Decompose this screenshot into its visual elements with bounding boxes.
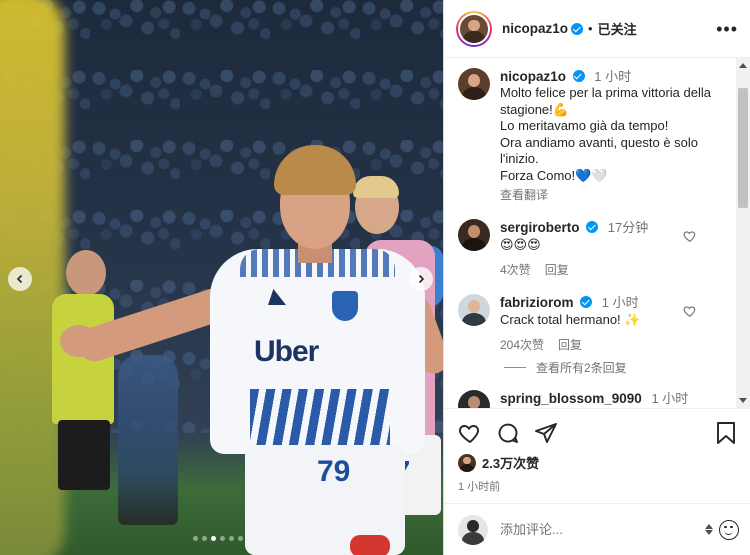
- carousel-prev-button[interactable]: [8, 267, 32, 291]
- reply-button[interactable]: 回复: [545, 261, 569, 278]
- author-avatar[interactable]: [456, 10, 492, 47]
- post-actions-bar: 2.3万次赞 1 小时前: [444, 408, 750, 494]
- heart-icon[interactable]: [458, 421, 482, 445]
- scrollbar-thumb[interactable]: [738, 88, 748, 208]
- add-comment-bar: [444, 503, 750, 555]
- comment-body: spring_blossom_9090 1 小时: [500, 390, 727, 408]
- comment-username[interactable]: spring_blossom_9090: [500, 391, 642, 406]
- comment-time: 1 小时: [651, 391, 689, 406]
- likes-count[interactable]: 2.3万次赞: [482, 453, 539, 472]
- verified-badge-icon: [571, 22, 584, 35]
- input-stepper[interactable]: [705, 524, 713, 535]
- post-timestamp: 1 小时前: [458, 481, 501, 493]
- scroll-down-arrow-icon[interactable]: [739, 398, 747, 403]
- separator-dot: •: [588, 21, 593, 36]
- current-user-avatar: [458, 514, 488, 545]
- chevron-right-icon: [418, 274, 425, 284]
- comment-avatar[interactable]: [458, 219, 490, 251]
- comment-username[interactable]: fabriziorom: [500, 295, 574, 310]
- stepper-up-icon[interactable]: [705, 524, 713, 529]
- following-button[interactable]: 已关注: [598, 19, 637, 38]
- heart-icon[interactable]: [683, 304, 697, 318]
- comment-icon[interactable]: [496, 421, 520, 445]
- caption-text: Molto felice per la prima vittoria della…: [500, 85, 711, 183]
- likes-summary[interactable]: 2.3万次赞: [458, 453, 737, 472]
- comments-scrollbar[interactable]: [736, 58, 750, 408]
- view-replies-link[interactable]: 查看所有2条回复: [504, 359, 727, 376]
- comment-likes[interactable]: 4次赞: [500, 261, 531, 278]
- see-translation-link[interactable]: 查看翻译: [500, 186, 727, 203]
- comment-likes[interactable]: 204次赞: [500, 336, 544, 353]
- post-header: nicopaz1o • 已关注 •••: [444, 0, 750, 58]
- emoji-icon[interactable]: [719, 519, 739, 540]
- caption-body: nicopaz1o 1 小时 Molto felice per la prima…: [500, 68, 727, 203]
- more-horizontal-icon[interactable]: •••: [716, 20, 738, 38]
- comment-item: spring_blossom_9090 1 小时: [458, 390, 727, 408]
- carousel-indicator: [193, 536, 243, 541]
- heart-icon[interactable]: [683, 229, 697, 243]
- verified-badge-icon: [586, 221, 599, 233]
- chevron-left-icon: [16, 274, 23, 284]
- verified-badge-icon: [580, 296, 593, 308]
- author-username[interactable]: nicopaz1o: [502, 21, 568, 36]
- carousel-dot: [202, 536, 207, 541]
- carousel-dot: [229, 536, 234, 541]
- comment-body: sergiroberto 17分钟 😍😍😍 4次赞 回复: [500, 219, 727, 278]
- carousel-dot: [211, 536, 216, 541]
- post-photo[interactable]: 27 Uber 79: [0, 0, 443, 555]
- liker-avatar: [458, 453, 476, 472]
- comment-item: sergiroberto 17分钟 😍😍😍 4次赞 回复: [458, 219, 727, 278]
- caption-time: 1 小时: [594, 69, 632, 84]
- comment-input[interactable]: [500, 522, 680, 537]
- instagram-post-window: 27 Uber 79: [0, 0, 750, 555]
- scroll-up-arrow-icon[interactable]: [739, 63, 747, 68]
- carousel-dot: [238, 536, 243, 541]
- send-icon[interactable]: [534, 421, 558, 445]
- carousel-dot: [193, 536, 198, 541]
- comment-time: 1 小时: [601, 295, 639, 310]
- comment-time: 17分钟: [607, 220, 649, 235]
- carousel-dot: [220, 536, 225, 541]
- comment-avatar[interactable]: [458, 390, 490, 408]
- bookmark-icon[interactable]: [715, 421, 737, 445]
- carousel-next-button[interactable]: [409, 267, 433, 291]
- celebrating-player-figure: Uber 79: [60, 145, 443, 555]
- caption-avatar[interactable]: [458, 68, 490, 100]
- stepper-down-icon[interactable]: [705, 530, 713, 535]
- comments-list: nicopaz1o 1 小时 Molto felice per la prima…: [444, 58, 750, 408]
- caption-username[interactable]: nicopaz1o: [500, 69, 566, 84]
- comment-avatar[interactable]: [458, 294, 490, 326]
- reply-button[interactable]: 回复: [558, 336, 582, 353]
- verified-badge-icon: [572, 70, 585, 82]
- author-name-group: nicopaz1o • 已关注: [502, 19, 637, 38]
- post-side-panel: nicopaz1o • 已关注 ••• nicopaz1o 1 小时 Molto…: [443, 0, 750, 555]
- comment-body: fabriziorom 1 小时 Crack total hermano! ✨ …: [500, 294, 727, 353]
- comment-username[interactable]: sergiroberto: [500, 220, 580, 235]
- comment-item: fabriziorom 1 小时 Crack total hermano! ✨ …: [458, 294, 727, 353]
- caption-row: nicopaz1o 1 小时 Molto felice per la prima…: [458, 68, 727, 203]
